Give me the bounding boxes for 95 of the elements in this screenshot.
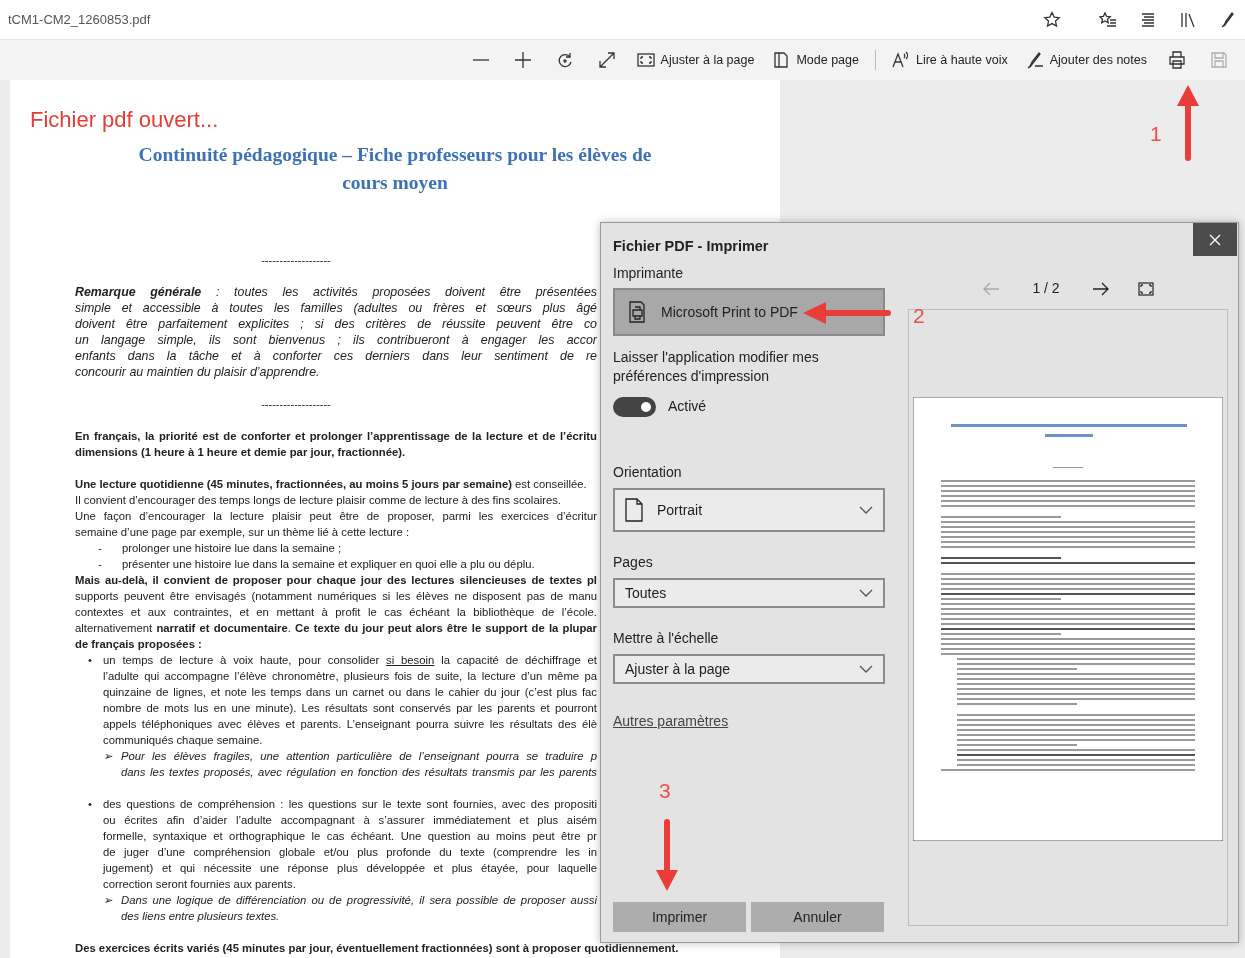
annotation-caption: Fichier pdf ouvert... bbox=[30, 106, 219, 134]
cancel-button[interactable]: Annuler bbox=[751, 902, 884, 932]
save-icon bbox=[1210, 51, 1228, 69]
text-line: appels téléphoniques avec élèves et parents. L’enseignant pourra suivre les résultats des élè bbox=[103, 717, 597, 732]
print-button[interactable]: Imprimer bbox=[613, 902, 746, 932]
fit-page-button[interactable]: Ajuster à la page bbox=[630, 47, 761, 73]
toggle-switch[interactable] bbox=[613, 396, 656, 417]
library-icon bbox=[1179, 10, 1197, 29]
text-line: dans les textes proposés, avec régulation en fonction des résultats transmis par les parents bbox=[121, 765, 597, 780]
text-line: alternativement narratif et documentaire. Ce texte du jour peut alors être le support de la plupar bbox=[75, 621, 597, 636]
minus-icon bbox=[471, 59, 490, 61]
text-line: Remarque générale : toutes les activités proposées doivent être présentées bbox=[75, 284, 597, 300]
field-label: Orientation bbox=[613, 463, 683, 482]
text-line: simple et accessible à toutes les familles (adultes ou frères et sœurs plus âgé bbox=[75, 300, 597, 316]
text-line: contextes et aux contraintes, et en mettant à profit le cas échéant la bibliothèque de l’école. bbox=[75, 605, 597, 620]
text-line: communiqués chaque semaine. bbox=[103, 733, 263, 748]
toggle-state-label: Activé bbox=[668, 397, 707, 416]
dialog-title: Fichier PDF - Imprimer bbox=[613, 237, 770, 256]
text-line: de juger d’une compréhension globale et/ou plus profonde du texte (comprendre les in bbox=[103, 845, 597, 860]
text-line: des questions de compréhension : les questions sur le texte sont fournies, avec des propositi bbox=[103, 797, 597, 812]
setting-description: Laisser l'application modifier mes préférences d'impression bbox=[613, 348, 820, 386]
chevron-icon bbox=[859, 663, 873, 675]
expand-icon bbox=[597, 51, 616, 69]
page-icon bbox=[772, 51, 791, 69]
separator-line: ------------------- bbox=[261, 398, 331, 410]
add-notes-button[interactable]: Ajouter des notes bbox=[1019, 47, 1153, 73]
text-line: Une façon d’encourager la lecture plaisir peut être de proposer, parmi les exercices d’écritur bbox=[75, 509, 597, 524]
plus-icon bbox=[513, 51, 532, 69]
fit-preview-button[interactable] bbox=[1138, 281, 1154, 296]
text-line: jugement) et qui nécessite une réponse plus développée et plus étayée, pour laquelle bbox=[103, 861, 597, 876]
page-icon bbox=[625, 498, 643, 522]
list-marker: - bbox=[98, 541, 103, 556]
text-line: correction seront fournies aux parents. bbox=[103, 877, 296, 892]
dropdown-field[interactable]: Toutes bbox=[613, 578, 885, 608]
hub-lines-icon bbox=[1139, 10, 1157, 29]
separator-line: ------------------- bbox=[261, 254, 331, 266]
field-label: Mettre à l'échelle bbox=[613, 629, 720, 648]
dropdown-field[interactable]: Ajuster à la page bbox=[613, 654, 885, 684]
text-line: l’adulte qui accompagne l’élève chronomètre, plusieurs fois de suite, la lecture d’un même pa bbox=[103, 669, 597, 684]
text-line: Des exercices écrits variés (45 minutes par jour, éventuellement fractionnées) sont à proposer quotidiennement. bbox=[75, 941, 679, 956]
close-icon bbox=[1209, 233, 1221, 246]
text-line: nombre de mots lus en une minute). Les résultats sont conservés par les parents et pourront bbox=[103, 701, 597, 716]
text-line: Dans une logique de différenciation ou de progressivité, il sera possible de proposer aussi bbox=[121, 893, 597, 908]
annotation-arrow bbox=[656, 819, 678, 891]
text-line: supports peuvent être envisagés (notamment numériques si les élèves ne disposent pas de manu bbox=[75, 589, 597, 604]
chevron-icon bbox=[859, 587, 873, 599]
text-line: des liens entre plusieurs textes. bbox=[121, 909, 280, 924]
favorite-star-icon bbox=[1043, 10, 1061, 29]
text-line: Pour les élèves fragiles, une attention particulière de l’enseignant pourra se traduire p bbox=[121, 749, 597, 764]
text-line: quinzaine de lignes, et note les temps dans un carnet ou dans le cahier du jour (c’est plus fac bbox=[103, 685, 597, 700]
text-line: présenter une histoire lue dans la semaine et expliquer en quoi elle a plu ou déplu. bbox=[122, 557, 535, 572]
text-line: semaine d’une page par exemple, sur un thème lié à cette lecture : bbox=[75, 525, 410, 540]
text-line: un langage simple, ils sont bienvenus ; ils contribueront à engager les accor bbox=[75, 332, 597, 348]
text-line: Mais au-delà, il convient de proposer pour chaque jour des lectures silencieuses de textes pl bbox=[75, 573, 597, 588]
text-line: dimensions (1 heure à 1 heure et demie par jour, fractionnée). bbox=[75, 445, 406, 460]
pen-icon bbox=[1025, 51, 1044, 69]
read-aloud-icon bbox=[891, 51, 910, 69]
close-button[interactable] bbox=[1193, 223, 1237, 256]
dropdown-field[interactable]: Portrait bbox=[613, 488, 885, 532]
text-line: ou écrites afin d’aider l’adulte accompagnant à s’assurer immédiatement et plus aisém bbox=[103, 813, 597, 828]
read-aloud-button[interactable]: Lire à haute voix bbox=[885, 47, 1014, 73]
text-line: concourir au maintien du plaisir d’apprendre. bbox=[75, 364, 320, 380]
page-indicator: 1 / 2 bbox=[1031, 279, 1061, 298]
text-line: Il convient d’encourager des temps longs de lecture plaisir comme de lecture à des fins scolaires. bbox=[75, 493, 561, 508]
document-title: Continuité pédagogique – Fiche professeurs pour les élèves de cours moyen bbox=[137, 143, 653, 195]
printer-dropdown[interactable]: Microsoft Print to PDF bbox=[613, 288, 885, 336]
frame-icon bbox=[636, 51, 655, 69]
text-line: En français, la priorité est de conforter et prolonger l’apprentissage de la lecture et de l’écritu bbox=[75, 429, 597, 444]
next-page-button[interactable] bbox=[1092, 281, 1110, 296]
list-marker: • bbox=[88, 653, 93, 668]
printer-icon bbox=[1168, 51, 1186, 69]
favorites-list-icon bbox=[1099, 10, 1117, 29]
list-marker: • bbox=[88, 797, 93, 812]
text-line: un temps de lecture à voix haute, pour consolider si besoin la capacité de déchiffrage et bbox=[103, 653, 597, 668]
list-marker: ➢ bbox=[103, 749, 114, 764]
frame-icon bbox=[1138, 281, 1154, 296]
text-line: enfants dans la tâche et à conforter ces derniers dans leur sentiment de re bbox=[75, 348, 597, 364]
step-number: 3 bbox=[659, 778, 671, 804]
text-line: formelle, syntaxique et orthographique le cas échéant. Une question au moins peut être pr bbox=[103, 829, 597, 844]
list-marker: ➢ bbox=[103, 893, 114, 908]
field-label: Imprimante bbox=[613, 264, 685, 283]
more-settings-link[interactable]: Autres paramètres bbox=[613, 711, 729, 732]
page-mode-button[interactable]: Mode page bbox=[766, 47, 865, 73]
left-arrow-icon bbox=[982, 281, 1000, 296]
text-line: Une lecture quotidienne (45 minutes, fractionnées, au moins 5 jours par semaine) est conseillée. bbox=[75, 477, 587, 492]
step-number: 1 bbox=[1150, 121, 1162, 147]
right-arrow-icon bbox=[1092, 281, 1110, 296]
text-line: prolonger une histoire lue dans la semaine ; bbox=[122, 541, 342, 556]
step-number: 2 bbox=[913, 303, 925, 329]
list-marker: - bbox=[98, 557, 103, 572]
field-label: Pages bbox=[613, 553, 654, 572]
text-line: de français proposées : bbox=[75, 637, 202, 652]
chevron-icon bbox=[859, 504, 873, 516]
text-line: doivent être parfaitement explicites ; si des critères de réussite peuvent être co bbox=[75, 316, 597, 332]
printer-icon bbox=[627, 301, 647, 323]
